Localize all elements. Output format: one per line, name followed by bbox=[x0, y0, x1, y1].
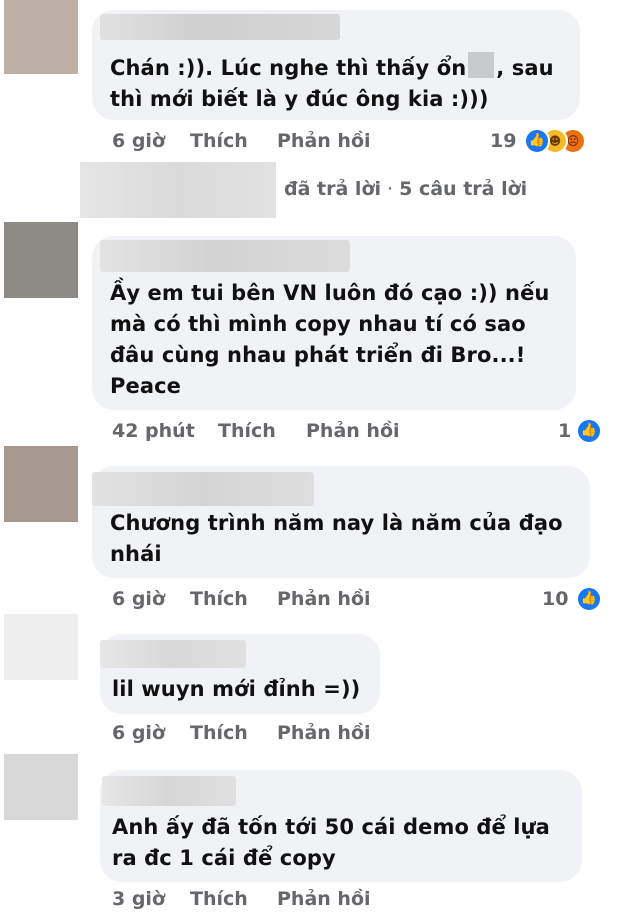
reaction-summary[interactable]: 19 👍 ☻ ☹ bbox=[488, 126, 608, 156]
comment-text: Chương trình năm nay là năm của đạo nhái bbox=[110, 511, 563, 566]
comment-text: Ầy em tui bên VN luôn đó cạo :)) nếu mà … bbox=[110, 281, 550, 398]
comment-text: Chán :)). Lúc nghe thì thấy ổn, sau thì … bbox=[110, 52, 580, 115]
commenter-name-redacted[interactable] bbox=[100, 640, 246, 668]
comment-bubble: Chán :)). Lúc nghe thì thấy ổn, sau thì … bbox=[92, 10, 580, 120]
commenter-name-redacted[interactable] bbox=[100, 14, 340, 40]
like-button[interactable]: Thích bbox=[190, 884, 248, 914]
like-icon: 👍 bbox=[576, 586, 602, 612]
comment-bubble: Ầy em tui bên VN luôn đó cạo :)) nếu mà … bbox=[92, 236, 576, 410]
comment-text: Anh ấy đã tốn tới 50 cái demo để lựa ra … bbox=[112, 815, 550, 870]
reply-button[interactable]: Phản hồi bbox=[277, 718, 371, 748]
avatar[interactable] bbox=[4, 446, 78, 522]
commenter-name-redacted[interactable] bbox=[102, 776, 236, 806]
like-button[interactable]: Thích bbox=[190, 718, 248, 748]
reaction-summary[interactable]: 10 👍 bbox=[542, 584, 616, 614]
comment-meta: 6 giờ Thích Phản hồi bbox=[112, 584, 412, 614]
comment-time[interactable]: 6 giờ bbox=[112, 584, 165, 614]
like-icon: 👍 bbox=[524, 128, 550, 154]
like-icon: 👍 bbox=[576, 418, 602, 444]
avatar[interactable] bbox=[4, 222, 78, 298]
reply-button[interactable]: Phản hồi bbox=[277, 126, 371, 156]
comment-time[interactable]: 3 giờ bbox=[112, 884, 165, 914]
reply-button[interactable]: Phản hồi bbox=[277, 884, 371, 914]
comment-bubble: Chương trình năm nay là năm của đạo nhái bbox=[92, 466, 590, 578]
comment-time[interactable]: 42 phút bbox=[112, 416, 195, 446]
reply-button[interactable]: Phản hồi bbox=[306, 416, 400, 446]
commenter-name-redacted[interactable] bbox=[100, 240, 350, 272]
view-replies-link[interactable]: đã trả lời · 5 câu trả lời bbox=[284, 178, 527, 200]
like-button[interactable]: Thích bbox=[190, 584, 248, 614]
reaction-count: 10 bbox=[542, 588, 569, 610]
reaction-count: 1 bbox=[558, 420, 572, 442]
reply-button[interactable]: Phản hồi bbox=[277, 584, 371, 614]
censored-word-block bbox=[468, 52, 495, 78]
comment-time[interactable]: 6 giờ bbox=[112, 126, 165, 156]
avatar[interactable] bbox=[4, 754, 78, 820]
commenter-name-redacted[interactable] bbox=[92, 472, 314, 506]
avatar[interactable] bbox=[4, 614, 78, 680]
replies-avatar-redacted[interactable] bbox=[80, 162, 276, 218]
comment-time[interactable]: 6 giờ bbox=[112, 718, 165, 748]
comment-bubble: lil wuyn mới đỉnh =)) bbox=[100, 634, 380, 714]
reaction-summary[interactable]: 1 👍 bbox=[556, 416, 616, 446]
comment-text: lil wuyn mới đỉnh =)) bbox=[112, 677, 361, 701]
reaction-count: 19 bbox=[490, 130, 517, 152]
comment-meta: 3 giờ Thích Phản hồi bbox=[112, 884, 412, 914]
avatar[interactable] bbox=[4, 0, 78, 74]
comment-bubble: Anh ấy đã tốn tới 50 cái demo để lựa ra … bbox=[100, 770, 582, 882]
like-button[interactable]: Thích bbox=[190, 126, 248, 156]
like-button[interactable]: Thích bbox=[218, 416, 276, 446]
comment-meta: 6 giờ Thích Phản hồi bbox=[112, 718, 412, 748]
comment-meta: 6 giờ Thích Phản hồi bbox=[112, 126, 412, 156]
comment-meta: 42 phút Thích Phản hồi bbox=[112, 416, 432, 446]
